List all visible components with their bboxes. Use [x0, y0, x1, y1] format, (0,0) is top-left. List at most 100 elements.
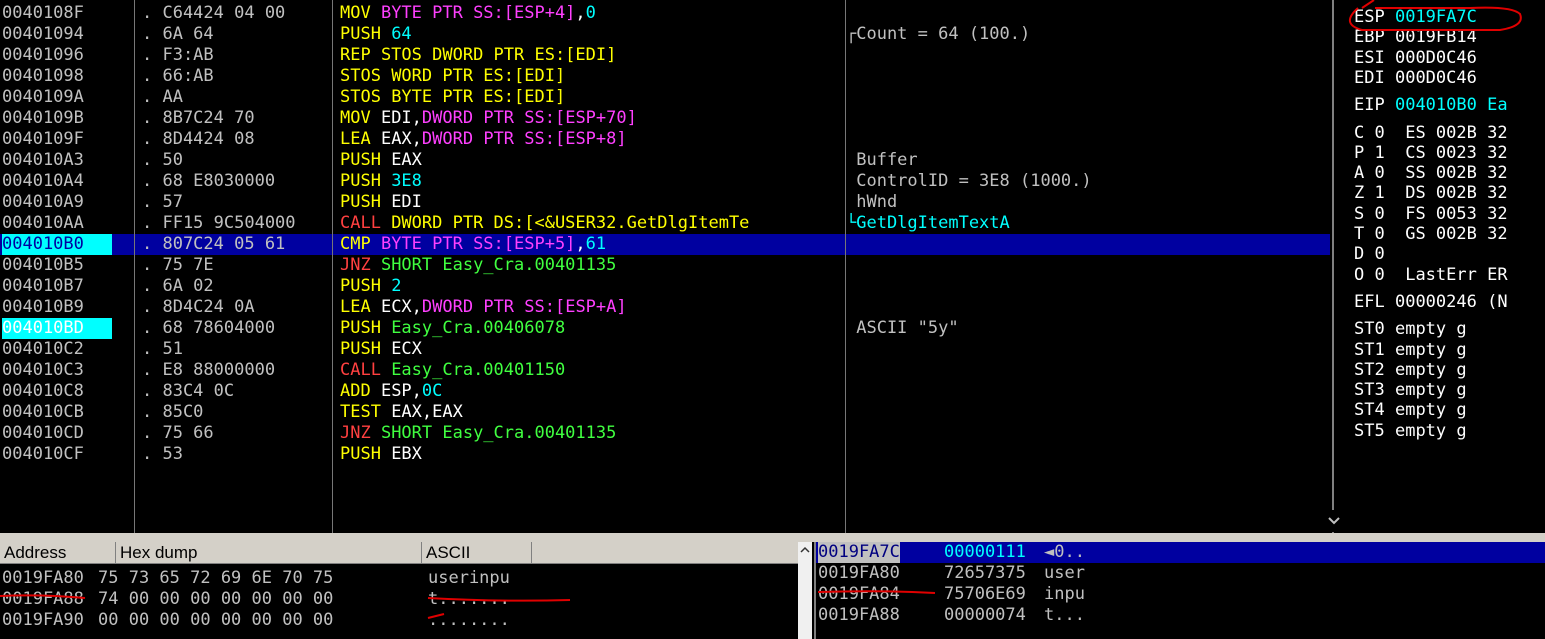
instruction-token: , — [575, 234, 586, 254]
disasm-row[interactable]: 0040109A . AA STOS BYTE PTR ES:[EDI] — [0, 87, 1330, 108]
register-line[interactable]: EIP 004010B0 Ea — [1354, 95, 1545, 115]
register-line[interactable]: EDI 000D0C46 — [1354, 68, 1545, 88]
registers-scrollbar[interactable] — [1325, 510, 1343, 532]
instruction-token: 61 — [585, 234, 607, 254]
disasm-instruction: MOV EDI,DWORD PTR SS:[ESP+70] — [340, 108, 843, 129]
register-line[interactable]: ST3 empty g — [1354, 380, 1545, 400]
register-value: empty g — [1394, 380, 1467, 401]
register-line[interactable]: ST5 empty g — [1354, 421, 1545, 441]
register-line[interactable]: P 1 CS 0023 32 — [1354, 143, 1545, 163]
register-line[interactable]: ST2 empty g — [1354, 360, 1545, 380]
disasm-address: 004010A4 — [2, 171, 84, 191]
disasm-row[interactable]: 0040109B . 8B7C24 70 MOV EDI,DWORD PTR SS:… — [0, 108, 1330, 129]
stack-pane[interactable]: 0019FA7C 00000111 ◄0.. 0019FA80 72657375 user… — [814, 542, 1545, 639]
disasm-row[interactable]: 004010C8 . 83C4 0C ADD ESP,0C — [0, 381, 1330, 402]
disasm-hex: . 85C0 — [142, 402, 204, 422]
dump-row[interactable]: 0019FA80 75 73 65 72 69 6E 70 75 userinpu — [0, 568, 798, 589]
disasm-instruction: LEA EAX,DWORD PTR SS:[ESP+8] — [340, 129, 843, 150]
disasm-row[interactable]: 004010A4 . 68 E8030000 PUSH 3E8 ControlID … — [0, 171, 1330, 192]
register-line[interactable]: A 0 SS 002B 32 — [1354, 163, 1545, 183]
stack-row[interactable]: 0019FA88 00000074 t... — [816, 605, 1545, 626]
disasm-row[interactable]: 004010C3 . E8 88000000 CALL Easy_Cra.00401… — [0, 360, 1330, 381]
dump-row[interactable]: 0019FA88 74 00 00 00 00 00 00 00 t....... — [0, 589, 798, 610]
register-line[interactable]: ST1 empty g — [1354, 340, 1545, 360]
chevron-up-icon[interactable] — [798, 543, 812, 557]
disasm-row[interactable]: 004010B7 . 6A 02 PUSH 2 — [0, 276, 1330, 297]
disasm-row[interactable]: 004010B9 . 8D4C24 0A LEA ECX,DWORD PTR SS:… — [0, 297, 1330, 318]
register-line[interactable]: S 0 FS 0053 32 — [1354, 204, 1545, 224]
disasm-instruction: ADD ESP,0C — [340, 381, 843, 402]
disasm-row[interactable]: 004010A3 . 50 PUSH EAX Buffer — [0, 150, 1330, 171]
register-line[interactable]: ST0 empty g — [1354, 319, 1545, 339]
register-name: EIP — [1354, 95, 1385, 116]
disasm-address: 004010C2 — [2, 339, 84, 359]
register-value: DS 002B 32 — [1394, 183, 1508, 204]
disasm-instruction: PUSH 64 — [340, 24, 843, 45]
instruction-token: , — [421, 402, 433, 422]
disassembly-pane[interactable]: 0040108F . C64424 04 00 MOV BYTE PTR SS:[E… — [0, 0, 1330, 533]
disasm-row[interactable]: 004010BD . 68 78604000 PUSH Easy_Cra.00406… — [0, 318, 1330, 339]
dump-row[interactable]: 0019FA90 00 00 00 00 00 00 00 00........ — [0, 610, 798, 631]
stack-row[interactable]: 0019FA80 72657375 user — [816, 563, 1545, 584]
disasm-comment — [846, 297, 1326, 318]
register-line[interactable]: O 0 LastErr ER — [1354, 265, 1545, 285]
disasm-instruction: JNZ SHORT Easy_Cra.00401135 — [340, 255, 843, 276]
disasm-row[interactable]: 004010CB . 85C0 TEST EAX,EAX — [0, 402, 1330, 423]
register-line[interactable]: EBP 0019FB14 — [1354, 27, 1545, 47]
register-line[interactable]: Z 1 DS 002B 32 — [1354, 183, 1545, 203]
instruction-token: EBX — [391, 444, 422, 464]
stack-address: 0019FA7C — [818, 542, 900, 563]
stack-row[interactable]: 0019FA7C 00000111 ◄0.. — [816, 542, 1545, 563]
disasm-row[interactable]: 004010CF . 53 PUSH EBX — [0, 444, 1330, 465]
register-value: 000D0C46 — [1394, 47, 1477, 68]
disasm-hex: . 6A 64 — [142, 24, 214, 44]
dump-scrollbar[interactable] — [798, 542, 812, 639]
register-line[interactable]: C 0 ES 002B 32 — [1354, 123, 1545, 143]
stack-row[interactable]: 0019FA84 75706E69 inpu — [816, 584, 1545, 605]
disasm-row[interactable]: 004010A9 . 57 PUSH EDI hWnd — [0, 192, 1330, 213]
disasm-hex: . 68 E8030000 — [142, 171, 276, 191]
register-line[interactable]: D 0 — [1354, 244, 1545, 264]
disasm-row[interactable]: 00401098 . 66:AB STOS WORD PTR ES:[EDI] — [0, 66, 1330, 87]
disasm-address: 004010B0 — [2, 234, 112, 255]
dump-header-hex[interactable]: Hex dump — [116, 542, 422, 564]
pane-divider[interactable] — [0, 533, 1545, 542]
dump-header-ascii[interactable]: ASCII — [422, 542, 532, 564]
instruction-token: 2 — [391, 276, 402, 296]
disasm-comment — [846, 339, 1326, 360]
disasm-row[interactable]: 004010AA . FF15 9C504000 CALL DWORD PTR DS… — [0, 213, 1330, 234]
disasm-row[interactable]: 00401096 . F3:AB REP STOS DWORD PTR ES:[ED… — [0, 45, 1330, 66]
registers-pane[interactable]: ESP 0019FA7C EBP 0019FB14 ESI 000D0C46 EDI … — [1332, 0, 1545, 533]
disasm-row[interactable]: 0040108F . C64424 04 00 MOV BYTE PTR SS:[E… — [0, 3, 1330, 24]
dump-address: 0019FA80 — [2, 568, 84, 588]
stack-value: 00000074 — [944, 605, 1026, 625]
disasm-address: 004010AA — [2, 213, 84, 233]
disasm-instruction: CMP BYTE PTR SS:[ESP+5],61 — [340, 234, 843, 255]
dump-header-address[interactable]: Address — [0, 542, 116, 564]
disasm-row[interactable]: 004010C2 . 51 PUSH ECX — [0, 339, 1330, 360]
chevron-down-icon[interactable] — [1325, 510, 1343, 532]
disasm-row[interactable]: 004010B5 . 75 7E JNZ SHORT Easy_Cra.004011… — [0, 255, 1330, 276]
dump-pane[interactable]: Address Hex dump ASCII 0019FA80 75 73 65 … — [0, 542, 812, 639]
register-line[interactable]: ESI 000D0C46 — [1354, 48, 1545, 68]
register-name: C 0 — [1354, 122, 1385, 143]
disasm-hex: . 83C4 0C — [142, 381, 235, 401]
register-name: D 0 — [1354, 244, 1385, 265]
disasm-row[interactable]: 004010CD . 75 66 JNZ SHORT Easy_Cra.004011… — [0, 423, 1330, 444]
register-line[interactable]: ESP 0019FA7C — [1354, 7, 1545, 27]
disasm-row[interactable]: 00401094. 6A 64 PUSH 64 ┌Count = 64 (100.) — [0, 24, 1330, 45]
register-value: empty g — [1394, 319, 1467, 340]
register-name: ST5 — [1354, 420, 1385, 441]
disasm-address: 004010A9 — [2, 192, 84, 212]
instruction-token: CALL — [340, 213, 392, 233]
disasm-hex: . 75 7E — [142, 255, 214, 275]
instruction-token: PUSH — [340, 318, 392, 338]
register-value: FS 0053 32 — [1394, 203, 1508, 224]
disasm-row[interactable]: 0040109F . 8D4424 08 LEA EAX,DWORD PTR SS:… — [0, 129, 1330, 150]
register-name: P 1 — [1354, 142, 1385, 163]
register-line[interactable]: EFL 00000246 (N — [1354, 292, 1545, 312]
instruction-token: DWORD PTR DS:[<&USER32.GetDlgItemTe — [391, 213, 750, 233]
register-line[interactable]: ST4 empty g — [1354, 400, 1545, 420]
register-line[interactable]: T 0 GS 002B 32 — [1354, 224, 1545, 244]
disasm-row[interactable]: 004010B0 . 807C24 05 61 CMP BYTE PTR SS:[E… — [0, 234, 1330, 255]
